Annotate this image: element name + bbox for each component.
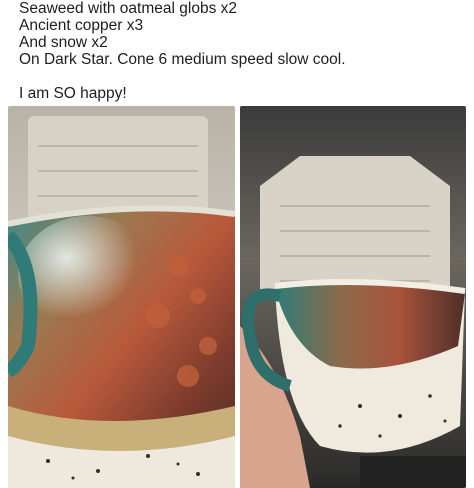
- photo-mug-closeup-image: [8, 106, 235, 488]
- photo-mug-in-hand[interactable]: [240, 106, 466, 488]
- post-text: Seaweed with oatmeal globs x2 Ancient co…: [19, 0, 459, 102]
- photo-mug-in-hand-image: [240, 106, 466, 488]
- post-text-line: Ancient copper x3: [19, 17, 144, 34]
- post-text-line: Seaweed with oatmeal globs x2: [19, 0, 237, 17]
- photo-mug-closeup[interactable]: [8, 106, 235, 488]
- post-text-line: On Dark Star. Cone 6 medium speed slow c…: [19, 51, 346, 68]
- post-text-line: And snow x2: [19, 34, 108, 51]
- post-card: Seaweed with oatmeal globs x2 Ancient co…: [0, 0, 474, 488]
- post-text-line: I am SO happy!: [19, 85, 127, 102]
